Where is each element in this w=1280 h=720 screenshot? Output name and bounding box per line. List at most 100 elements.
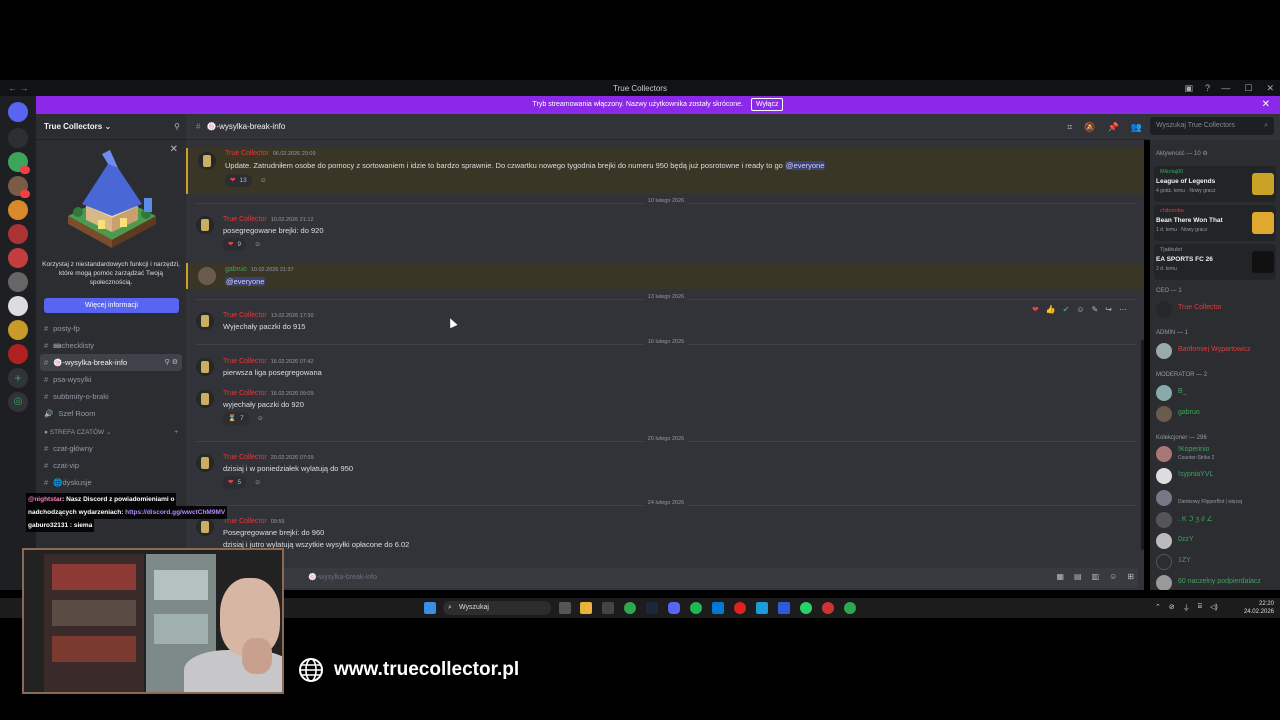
channel-settings-icon[interactable]: ⚲ ⚙ [165, 354, 178, 371]
maximize-icon[interactable]: ☐ [1244, 83, 1252, 94]
message[interactable]: True Collector 16.02.2026 07:42 pierwsza … [186, 356, 1144, 382]
member-item[interactable]: . K ℑ ʒ ∂ ∠ [1156, 511, 1276, 529]
clock[interactable]: 22:20 24.02.2026 [1244, 600, 1274, 616]
emoji-icon[interactable]: ☺ [1109, 572, 1117, 581]
member-item[interactable]: Bartłomiej Wypartowicz [1156, 342, 1276, 360]
discover-icon[interactable]: ◎ [8, 392, 28, 412]
mail-icon[interactable] [712, 602, 724, 614]
server-icon[interactable] [8, 296, 28, 316]
activity-card[interactable]: chibombe Bean There Won That 1 d. temu ·… [1154, 205, 1276, 241]
message[interactable]: gabruo 10.02.2026 21:37 @everyone [186, 263, 1144, 289]
message[interactable]: True Collector 09:59 Posegregowane brejki… [186, 516, 1144, 556]
app-icon[interactable] [822, 602, 834, 614]
member-item[interactable]: gabruo [1156, 405, 1276, 423]
message-author[interactable]: True Collector 16.02.2026 09:09 [223, 390, 314, 397]
member-item[interactable]: !Koperinio Counter-Strike 2 [1156, 445, 1276, 463]
add-reaction-icon[interactable]: ☺ [251, 476, 264, 489]
channel-item[interactable]: # czat-główny [36, 440, 186, 457]
add-reaction-icon[interactable]: ☺ [251, 238, 264, 251]
member-item[interactable]: 0zzY [1156, 532, 1276, 550]
disable-streamer-button[interactable]: Wyłącz [750, 98, 784, 111]
gift-icon[interactable]: ▦ [1056, 572, 1064, 581]
add-reaction-icon[interactable]: ☺ [257, 174, 270, 187]
channel-item[interactable]: # subbmity-o-braki [36, 388, 186, 405]
scrollbar[interactable] [1141, 340, 1144, 550]
message[interactable]: True Collector 10.02.2026 21:12 posegrego… [186, 214, 1144, 254]
channel-item-active[interactable]: # 🍥-wysylka-break-info ⚲ ⚙ [40, 354, 182, 371]
taskbar-search[interactable]: ⌕ Wyszukaj [443, 601, 551, 615]
activity-card[interactable]: Tjakkulot EA SPORTS FC 26 2 d. temu [1154, 244, 1276, 280]
add-reaction-icon[interactable]: ☺ [254, 412, 267, 425]
message-author[interactable]: True Collector 06.02.2026 20:09 [225, 150, 316, 157]
reaction[interactable]: ❤ 5 [223, 476, 247, 489]
minimize-icon[interactable]: — [1221, 83, 1230, 94]
windows-start-icon[interactable] [424, 602, 436, 614]
more-info-button[interactable]: Więcej informacji [44, 298, 179, 313]
mic-icon[interactable]: ⏚ [1183, 603, 1190, 613]
check-icon[interactable]: ✔ [1063, 305, 1070, 314]
chrome-icon[interactable] [624, 602, 636, 614]
chrome-icon[interactable] [844, 602, 856, 614]
server-icon[interactable] [8, 224, 28, 244]
close-banner-icon[interactable]: ✕ [1262, 96, 1270, 114]
edit-icon[interactable]: ✎ [1092, 305, 1099, 314]
thumbs-up-icon[interactable]: 👍 [1046, 305, 1056, 314]
channel-item[interactable]: # psa-wysylki [36, 371, 186, 388]
server-icon[interactable] [8, 248, 28, 268]
message-author[interactable]: True Collector 13.02.2026 17:30 [223, 312, 314, 319]
threads-icon[interactable]: ⌗ [1067, 114, 1072, 140]
tray-chevron-icon[interactable]: ⌃ [1155, 603, 1161, 613]
server-name-header[interactable]: True Collectors ⌄ ⚲ [36, 114, 186, 140]
spotify-icon[interactable] [690, 602, 702, 614]
server-icon[interactable] [8, 176, 30, 198]
channel-item[interactable]: 🔊 Szef Room [36, 405, 186, 422]
channel-item[interactable]: # 📾checklisty [36, 337, 186, 354]
member-item[interactable]: B_ [1156, 384, 1276, 402]
activity-card[interactable]: Mikolaj00 League of Legends 4 godz. temu… [1154, 166, 1276, 202]
message-author[interactable]: True Collector 16.02.2026 07:42 [223, 358, 314, 365]
close-window-icon[interactable]: ✕ [1266, 83, 1274, 94]
server-icon[interactable] [8, 152, 30, 174]
close-promo-icon[interactable]: ✕ [170, 144, 178, 155]
member-item[interactable]: !sypniaYVL [1156, 467, 1276, 485]
reaction[interactable]: ❤ 9 [223, 238, 247, 251]
reaction[interactable]: ⌛ 7 [223, 412, 249, 425]
message-input[interactable]: 🍥-wysylka-break-info [192, 568, 1138, 588]
message-author[interactable]: gabruo 10.02.2026 21:37 [225, 266, 294, 273]
task-view-icon[interactable] [559, 602, 571, 614]
members-icon[interactable]: 👥 [1131, 114, 1142, 140]
server-icon[interactable] [8, 272, 28, 292]
sticker-icon[interactable]: ▥ [1092, 572, 1100, 581]
discord-icon[interactable] [668, 602, 680, 614]
message[interactable]: True Collector 16.02.2026 09:09 wyjechały… [186, 388, 1144, 428]
message[interactable]: True Collector 06.02.2026 20:09 Update. Z… [186, 148, 1144, 194]
member-item[interactable]: True Collector [1156, 300, 1276, 318]
channel-item[interactable]: # czat-vip [36, 457, 186, 474]
inbox-icon[interactable]: ▣ [1184, 83, 1193, 94]
pin-icon[interactable]: 📌 [1108, 114, 1119, 140]
category-header[interactable]: ● STREFA CZATÓW ⌄ + [36, 422, 186, 440]
reply-icon[interactable]: ↪ [1105, 305, 1112, 314]
opera-icon[interactable] [734, 602, 746, 614]
steam-icon[interactable] [646, 602, 658, 614]
channel-item[interactable]: # posty-fp [36, 320, 186, 337]
add-member-icon[interactable]: ⚲ [174, 122, 180, 131]
app-icon[interactable] [756, 602, 768, 614]
member-item[interactable]: Damkowy FlipperBot | więcej [1156, 489, 1276, 507]
server-icon[interactable] [8, 344, 28, 364]
server-icon[interactable] [8, 320, 28, 340]
tray-icon[interactable]: ⊘ [1169, 603, 1175, 613]
whatsapp-icon[interactable] [800, 602, 812, 614]
server-icon[interactable] [8, 128, 28, 148]
member-item[interactable]: 1ZY [1156, 553, 1276, 571]
volume-icon[interactable]: ◁) [1210, 603, 1218, 613]
network-icon[interactable]: ⌸ [1198, 603, 1202, 613]
add-reaction-icon[interactable]: ☺ [1076, 305, 1084, 314]
channel-item[interactable]: # 🌐dyskusje [36, 474, 186, 491]
add-server-icon[interactable]: + [8, 368, 28, 388]
more-icon[interactable]: ⋯ [1119, 305, 1127, 314]
apps-icon[interactable]: ⊞ [1127, 572, 1134, 581]
word-icon[interactable] [778, 602, 790, 614]
reaction[interactable]: ❤ 13 [225, 174, 252, 187]
gif-icon[interactable]: ▤ [1074, 572, 1082, 581]
